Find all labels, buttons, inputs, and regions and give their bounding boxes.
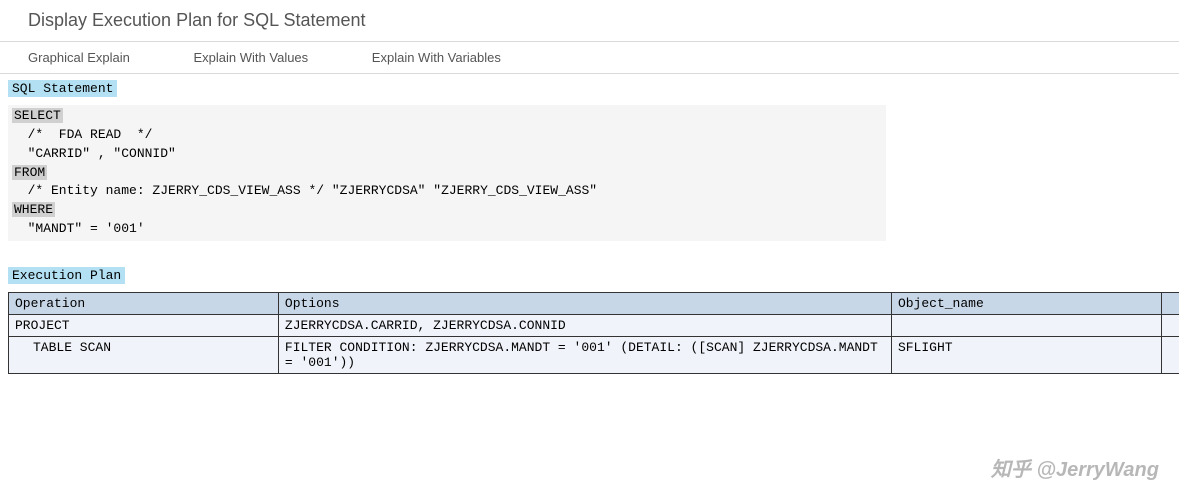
sql-statement-section: SQL Statement SELECT /* FDA READ */ "CAR… bbox=[0, 74, 1179, 241]
cell-object-name: SFLIGHT bbox=[891, 336, 1162, 373]
col-operation: Operation bbox=[9, 292, 279, 314]
cell-extra bbox=[1162, 336, 1179, 373]
sql-keyword-from: FROM bbox=[12, 165, 47, 180]
watermark: 知乎 @JerryWang bbox=[991, 453, 1159, 482]
cell-operation: TABLE SCAN bbox=[9, 336, 279, 373]
sql-line-columns: "CARRID" , "CONNID" bbox=[12, 146, 176, 161]
col-options: Options bbox=[278, 292, 891, 314]
col-extra bbox=[1162, 292, 1179, 314]
cell-options: FILTER CONDITION: ZJERRYCDSA.MANDT = '00… bbox=[278, 336, 891, 373]
table-header-row: Operation Options Object_name bbox=[9, 292, 1179, 314]
sql-line-where: "MANDT" = '001' bbox=[12, 221, 145, 236]
plan-section-label: Execution Plan bbox=[8, 267, 125, 284]
col-object-name: Object_name bbox=[891, 292, 1162, 314]
tab-graphical-explain[interactable]: Graphical Explain bbox=[28, 50, 130, 65]
table-row: TABLE SCAN FILTER CONDITION: ZJERRYCDSA.… bbox=[9, 336, 1179, 373]
cell-operation: PROJECT bbox=[9, 314, 279, 336]
tab-explain-with-values[interactable]: Explain With Values bbox=[194, 50, 309, 65]
tab-explain-with-variables[interactable]: Explain With Variables bbox=[372, 50, 501, 65]
cell-extra bbox=[1162, 314, 1179, 336]
tabs-row: Graphical Explain Explain With Values Ex… bbox=[0, 41, 1179, 74]
execution-plan-table: Operation Options Object_name PROJECT ZJ… bbox=[8, 292, 1179, 374]
table-row: PROJECT ZJERRYCDSA.CARRID, ZJERRYCDSA.CO… bbox=[9, 314, 1179, 336]
cell-options: ZJERRYCDSA.CARRID, ZJERRYCDSA.CONNID bbox=[278, 314, 891, 336]
sql-line-fda: /* FDA READ */ bbox=[12, 127, 152, 142]
execution-plan-section: Execution Plan Operation Options Object_… bbox=[0, 261, 1179, 374]
cell-object-name bbox=[891, 314, 1162, 336]
page-title: Display Execution Plan for SQL Statement bbox=[0, 0, 1179, 41]
sql-code-block: SELECT /* FDA READ */ "CARRID" , "CONNID… bbox=[8, 105, 886, 241]
sql-section-label: SQL Statement bbox=[8, 80, 117, 97]
sql-keyword-select: SELECT bbox=[12, 108, 63, 123]
sql-line-from: /* Entity name: ZJERRY_CDS_VIEW_ASS */ "… bbox=[12, 183, 597, 198]
sql-keyword-where: WHERE bbox=[12, 202, 55, 217]
